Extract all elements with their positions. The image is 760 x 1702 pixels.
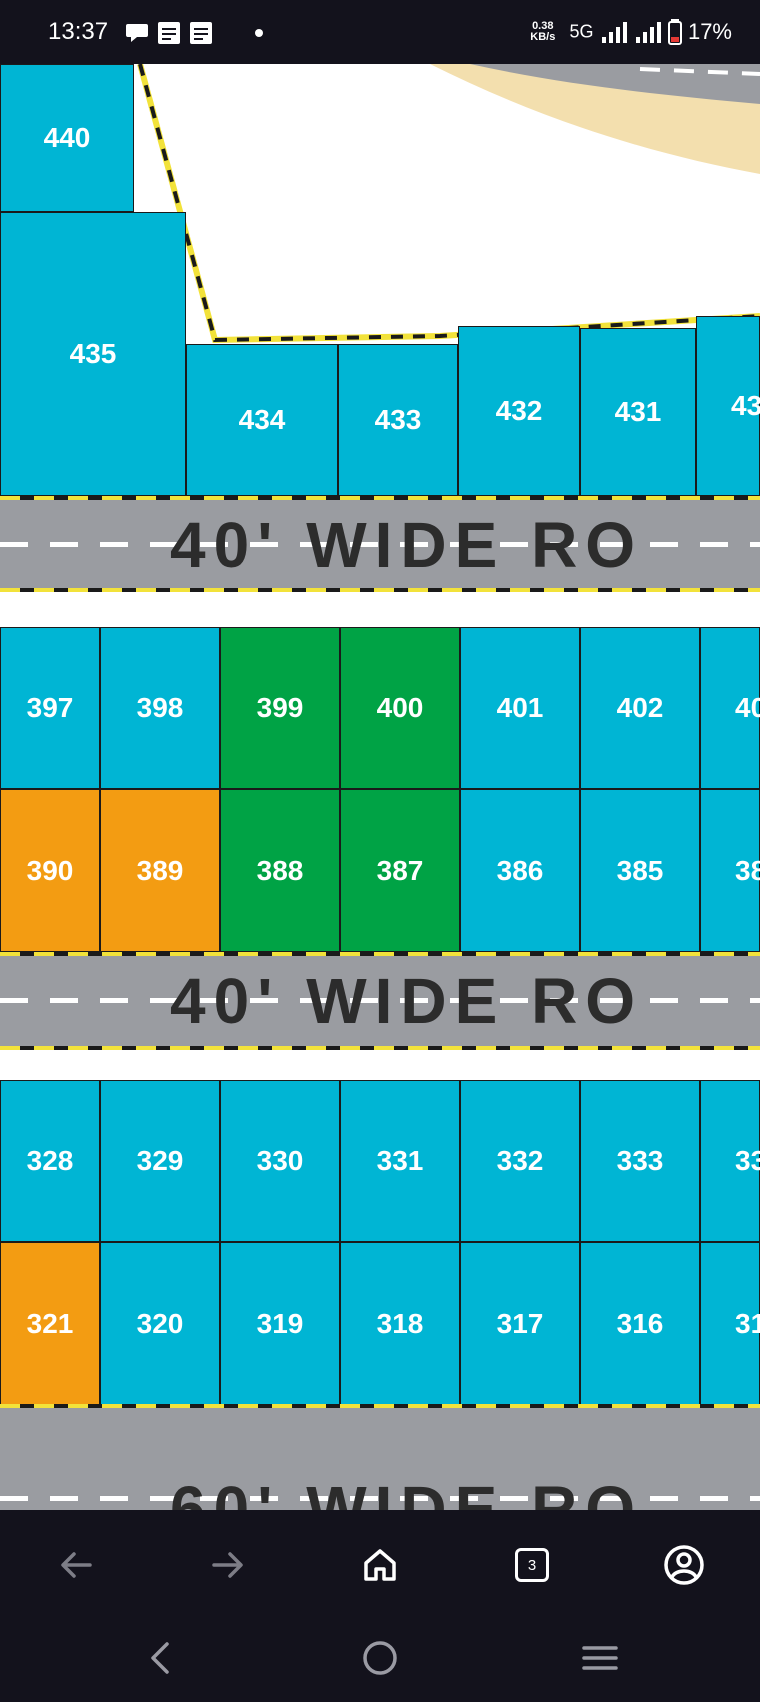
road: 40' WIDE RO [0, 496, 760, 592]
tabs-button[interactable]: 3 [502, 1535, 562, 1595]
battery-percent: 17% [687, 19, 732, 45]
plot-332[interactable]: 332 [460, 1080, 580, 1242]
plot-431[interactable]: 431 [580, 328, 696, 496]
plot-402[interactable]: 402 [580, 627, 700, 789]
chat-icon [126, 24, 148, 42]
net-speed-unit: KB/s [530, 31, 556, 44]
back-arrow-icon[interactable] [46, 1535, 106, 1595]
plot-38[interactable]: 38 [700, 789, 760, 952]
plot-435[interactable]: 435 [0, 212, 186, 496]
plot-329[interactable]: 329 [100, 1080, 220, 1242]
plot-434[interactable]: 434 [186, 344, 338, 496]
plot-388[interactable]: 388 [220, 789, 340, 952]
plot-331[interactable]: 331 [340, 1080, 460, 1242]
plot-433[interactable]: 433 [338, 344, 458, 496]
signal-icon [601, 22, 627, 44]
plot-318[interactable]: 318 [340, 1242, 460, 1406]
plot-399[interactable]: 399 [220, 627, 340, 789]
plot-40[interactable]: 40 [700, 627, 760, 789]
plot-map[interactable]: 440 435 434 433 432 431 43 397 398 399 400 401 402 40… [0, 64, 760, 1510]
plot-31[interactable]: 31 [700, 1242, 760, 1406]
status-time: 13:37 [48, 18, 109, 45]
plot-321[interactable]: 321 [0, 1242, 100, 1406]
system-home-icon[interactable] [350, 1628, 410, 1688]
plot-389[interactable]: 389 [100, 789, 220, 952]
road-label: 40' WIDE RO [170, 509, 644, 581]
home-icon[interactable] [350, 1535, 410, 1595]
plot-390[interactable]: 390 [0, 789, 100, 952]
plot-319[interactable]: 319 [220, 1242, 340, 1406]
plot-397[interactable]: 397 [0, 627, 100, 789]
plot-320[interactable]: 320 [100, 1242, 220, 1406]
bottom-navigation: 3 [0, 1510, 760, 1702]
system-menu-icon[interactable] [570, 1628, 630, 1688]
plot-317[interactable]: 317 [460, 1242, 580, 1406]
road: 40' WIDE RO [0, 952, 760, 1050]
notification-icons [126, 22, 263, 44]
plot-440[interactable]: 440 [0, 64, 134, 212]
plot-387[interactable]: 387 [340, 789, 460, 952]
plot-400[interactable]: 400 [340, 627, 460, 789]
plot-386[interactable]: 386 [460, 789, 580, 952]
battery-icon [667, 19, 682, 46]
account-icon[interactable] [654, 1535, 714, 1595]
system-back-icon[interactable] [130, 1628, 190, 1688]
dot-icon [255, 29, 263, 37]
signal-icon [635, 22, 661, 44]
forward-arrow-icon[interactable] [198, 1535, 258, 1595]
plot-432[interactable]: 432 [458, 326, 580, 496]
tab-count: 3 [515, 1548, 549, 1582]
network-type: 5G [569, 21, 594, 42]
plot-316[interactable]: 316 [580, 1242, 700, 1406]
road: 60' WIDE RO [0, 1404, 760, 1510]
status-bar: 13:37 0.38 KB/s 5G 17% [0, 0, 760, 64]
net-speed: 0.38 KB/s [530, 21, 555, 43]
plot-398[interactable]: 398 [100, 627, 220, 789]
road-label: 40' WIDE RO [170, 965, 644, 1037]
note-icon [190, 22, 212, 44]
plot-385[interactable]: 385 [580, 789, 700, 952]
plot-33[interactable]: 33 [700, 1080, 760, 1242]
status-right: 0.38 KB/s 5G 17% [530, 18, 732, 46]
plot-328[interactable]: 328 [0, 1080, 100, 1242]
plot-330[interactable]: 330 [220, 1080, 340, 1242]
plot-43[interactable]: 43 [696, 316, 760, 496]
note-icon [158, 22, 180, 44]
plot-401[interactable]: 401 [460, 627, 580, 789]
plot-333[interactable]: 333 [580, 1080, 700, 1242]
road-label: 60' WIDE RO [170, 1473, 644, 1510]
